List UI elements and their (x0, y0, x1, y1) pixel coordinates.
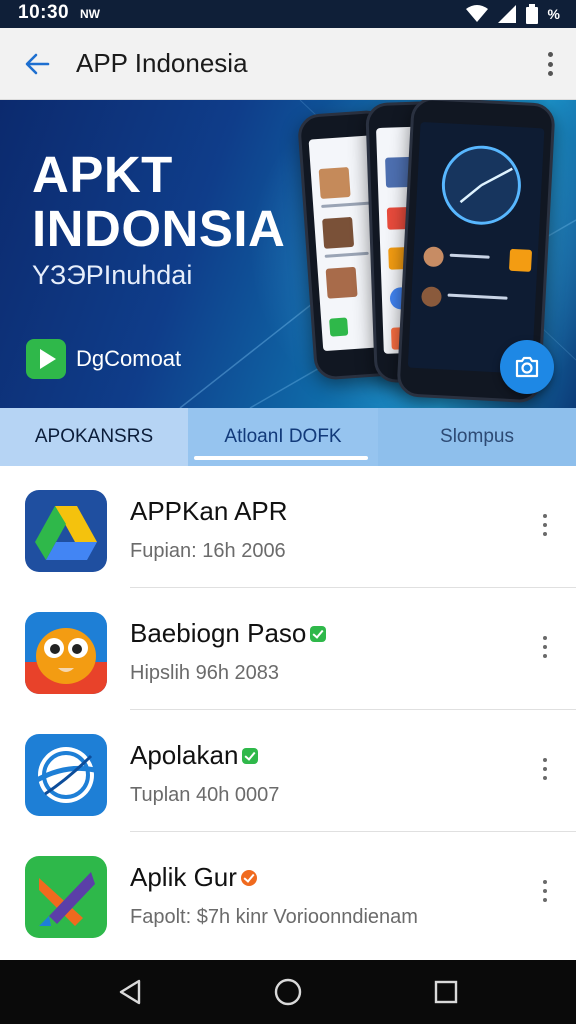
status-carrier: NW (80, 7, 100, 21)
screen: 10:30 NW % APP Indonesia APKT INDONSIA Y… (0, 0, 576, 1024)
list-item-menu-icon[interactable] (538, 754, 552, 784)
list-item-title: Apolakan (130, 740, 259, 771)
x-logo-icon (25, 856, 107, 938)
list-item-title: Baebiogn Paso (130, 618, 327, 649)
system-nav-bar (0, 960, 576, 1024)
list-item[interactable]: APPKan APR Fupian: 16h 2006 (0, 466, 576, 588)
tab-download[interactable]: AtloanI DOFK (188, 408, 378, 466)
signal-icon (497, 5, 516, 23)
arrow-left-icon (25, 53, 50, 75)
list-item-menu-icon[interactable] (538, 876, 552, 906)
play-store-icon (26, 339, 66, 379)
list-item[interactable]: Apolakan Tuplan 40h 0007 (0, 710, 576, 832)
battery-label: % (547, 6, 560, 22)
app-bar: APP Indonesia (0, 28, 576, 100)
home-circle-icon[interactable] (270, 974, 306, 1010)
globe-icon (25, 734, 107, 816)
list-item-subtitle: Tuplan 40h 0007 (130, 784, 280, 806)
camera-fab-button[interactable] (500, 340, 554, 394)
owl-icon (25, 612, 107, 694)
camera-icon (515, 356, 539, 378)
battery-icon (525, 4, 538, 24)
banner-subtitle: YЗЭPInuhdai (32, 260, 193, 290)
list-item-subtitle: Fupian: 16h 2006 (130, 540, 286, 562)
tab-bar: APOKANSRS AtloanI DOFK Slompus (0, 408, 576, 466)
verified-badge-icon (310, 625, 327, 642)
app-list: APPKan APR Fupian: 16h 2006 Baebiogn Pas… (0, 466, 576, 960)
list-item-menu-icon[interactable] (538, 632, 552, 662)
promo-banner[interactable]: APKT INDONSIA YЗЭPInuhdai DgComoat (0, 100, 576, 408)
list-item[interactable]: Aplik Gur Fapolt: $7h kinr Vorioonndiena… (0, 832, 576, 954)
list-item-subtitle: Fapolt: $7h kinr Vorioonndienam (130, 906, 418, 928)
list-item[interactable]: Baebiogn Paso Hipslih 96h 2083 (0, 588, 576, 710)
list-item-subtitle: Hipslih 96h 2083 (130, 662, 279, 684)
back-button[interactable] (20, 48, 54, 80)
banner-cta-label: DgComoat (76, 346, 182, 371)
status-bar: 10:30 NW % (0, 0, 576, 28)
wifi-icon (465, 5, 488, 22)
status-icons: % (465, 3, 560, 25)
list-item-title: APPKan APR (130, 496, 288, 526)
clock-widget-icon (441, 145, 521, 225)
more-vert-icon[interactable] (544, 48, 556, 80)
page-title: APP Indonesia (76, 48, 248, 78)
banner-cta[interactable]: DgComoat (26, 338, 181, 380)
banner-title: APKT INDONSIA (32, 146, 286, 257)
tab-slompus[interactable]: Slompus (378, 408, 576, 466)
verified-badge-icon (240, 869, 257, 886)
verified-badge-icon (242, 747, 259, 764)
status-time: 10:30 (18, 2, 70, 23)
recents-square-icon[interactable] (428, 974, 464, 1010)
drive-icon (25, 490, 107, 572)
back-triangle-icon[interactable] (112, 974, 148, 1010)
tab-apps[interactable]: APOKANSRS (0, 408, 188, 466)
list-item-title: Aplik Gur (130, 862, 257, 893)
list-item-menu-icon[interactable] (538, 510, 552, 540)
phone-screen (407, 121, 545, 375)
